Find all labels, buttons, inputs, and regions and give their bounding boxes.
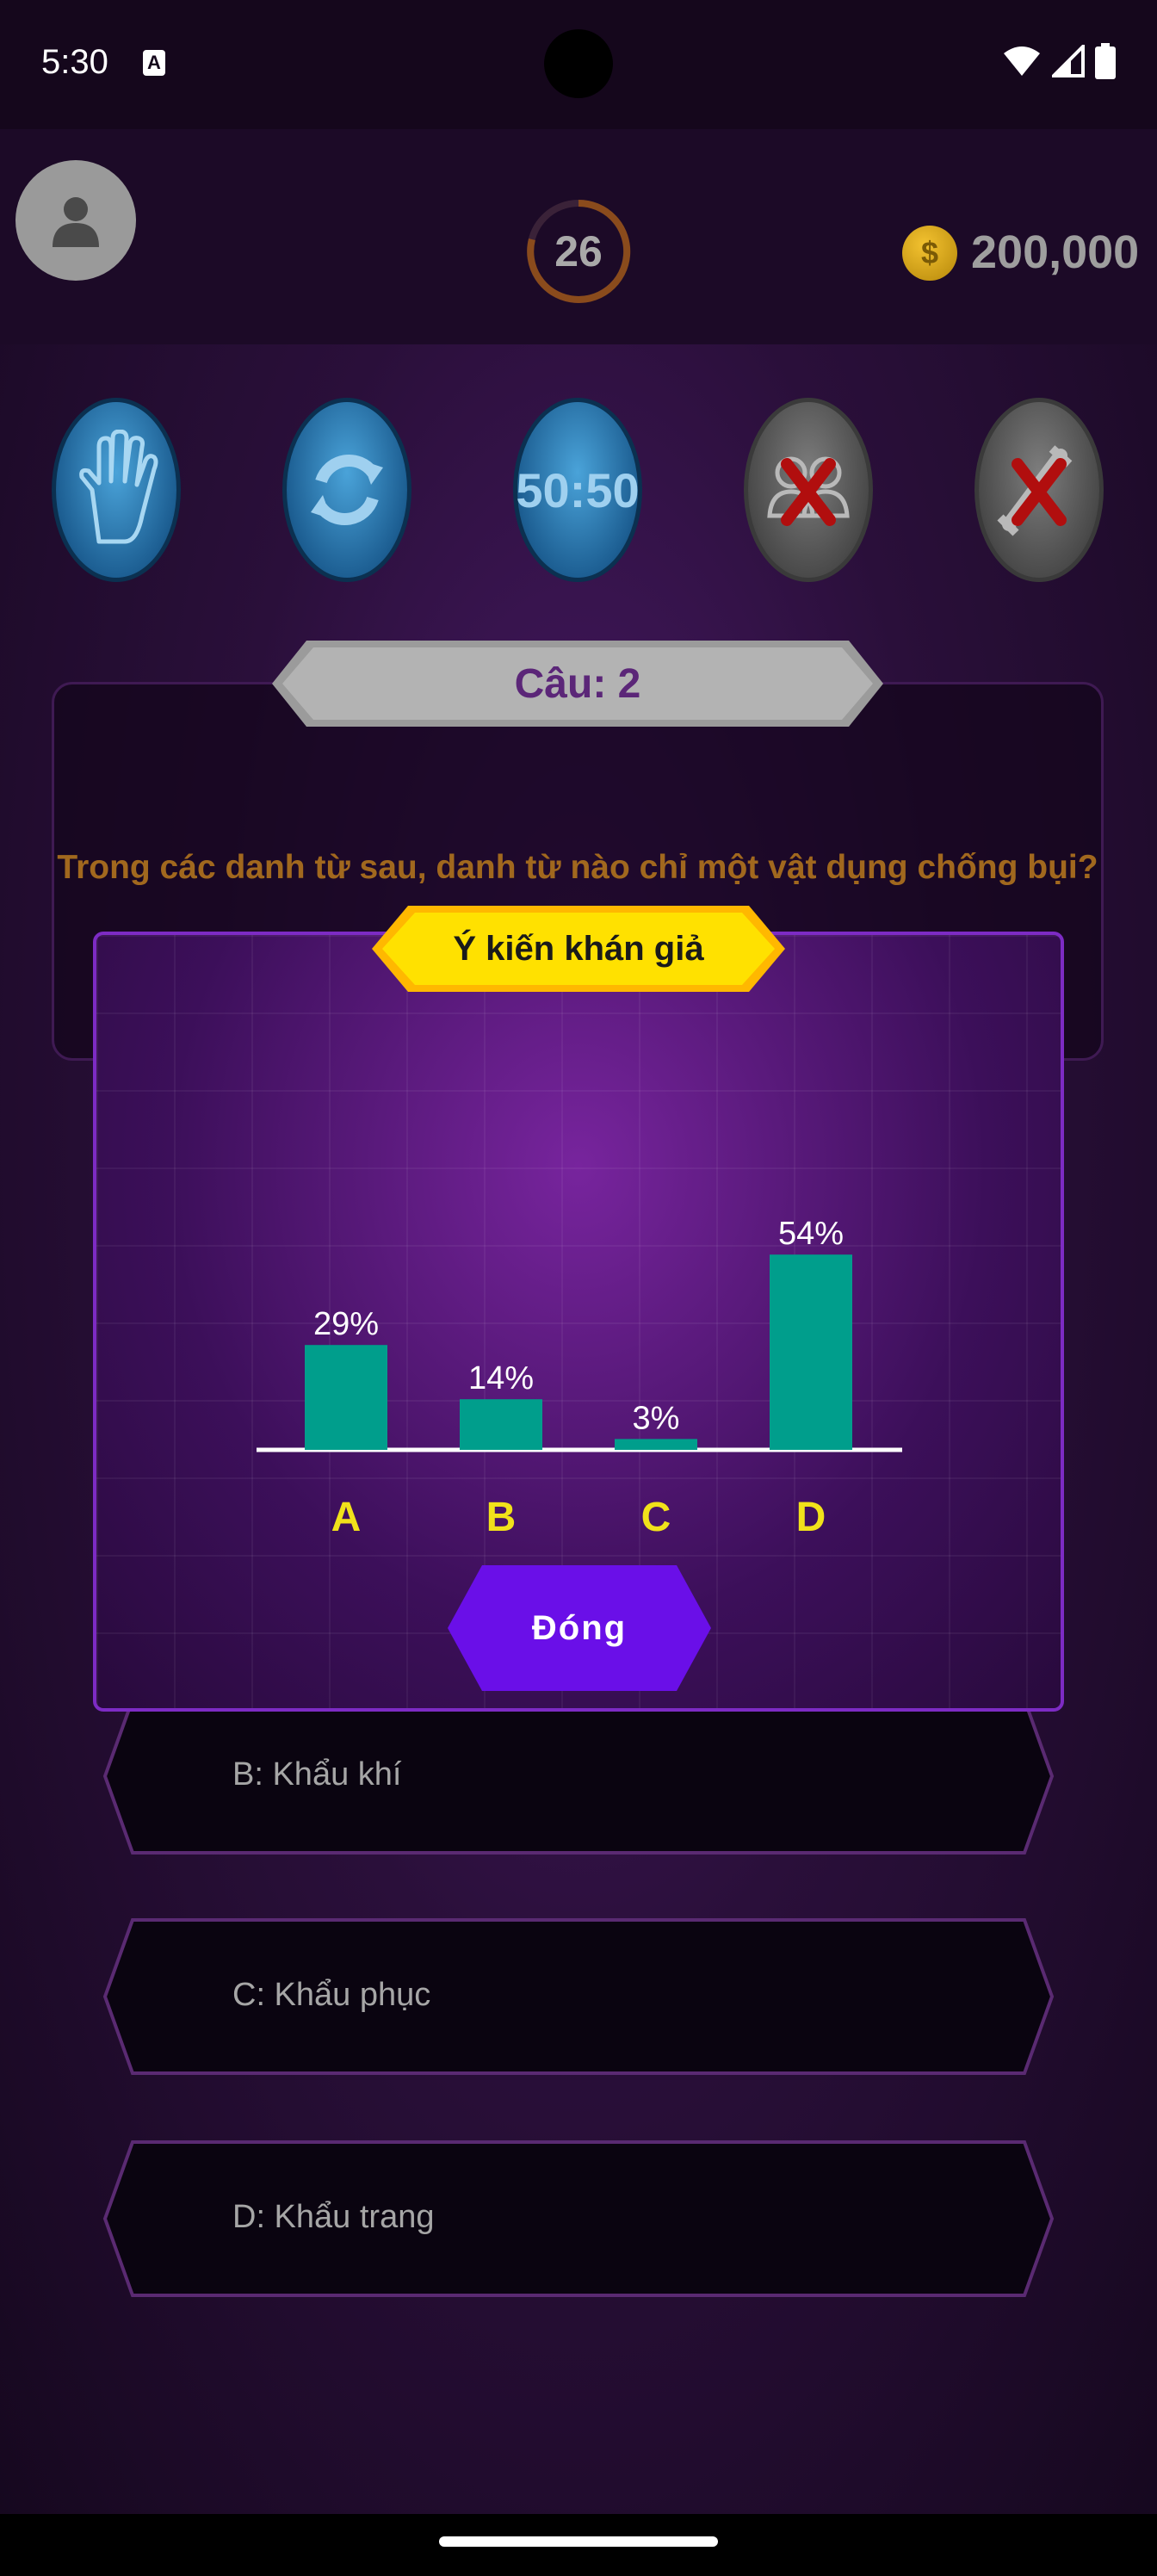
- question-number: Câu: 2: [514, 660, 641, 707]
- poll-value-b: 14%: [468, 1360, 534, 1396]
- audience-icon: [767, 456, 850, 526]
- answer-d-label: D: Khẩu trang: [232, 2199, 435, 2235]
- hand-icon: [79, 430, 158, 544]
- poll-value-a: 29%: [313, 1306, 379, 1342]
- poll-value-c: 3%: [633, 1400, 680, 1436]
- user-icon: [53, 197, 99, 247]
- fifty-fifty-label: 50:50: [516, 462, 640, 517]
- countdown-value: 26: [554, 227, 603, 276]
- lifeline-swap-button[interactable]: [282, 398, 411, 582]
- lifeline-fifty-fifty-button[interactable]: 50:50: [513, 398, 642, 582]
- poll-category-b: B: [486, 1495, 517, 1540]
- poll-bar-a: [305, 1345, 387, 1450]
- poll-category-a: A: [331, 1495, 362, 1540]
- status-bar: 5:30 A: [0, 0, 1157, 129]
- poll-category-c: C: [641, 1495, 671, 1540]
- refresh-icon: [311, 455, 383, 525]
- close-button[interactable]: Đóng: [448, 1565, 711, 1691]
- poll-bar-b: [460, 1399, 542, 1450]
- poll-bar-d: [770, 1254, 852, 1450]
- poll-bar-c: [615, 1439, 697, 1450]
- battery-icon: [1095, 43, 1116, 79]
- answer-c-label: C: Khẩu phục: [232, 1977, 431, 2013]
- phone-icon: [997, 445, 1073, 536]
- coin-icon: $: [902, 226, 957, 281]
- status-time: 5:30: [41, 43, 108, 81]
- notification-icon: A: [143, 50, 165, 76]
- player-avatar[interactable]: [15, 160, 136, 281]
- lifeline-audience-button: [744, 398, 873, 582]
- signal-icon: [1052, 45, 1085, 77]
- poll-category-d: D: [796, 1495, 826, 1540]
- home-gesture-handle[interactable]: [439, 2536, 718, 2547]
- wifi-icon: [1004, 46, 1040, 76]
- lifeline-stop-button[interactable]: [52, 398, 181, 582]
- lifeline-phone-button: [974, 398, 1104, 582]
- camera-cutout: [544, 29, 613, 98]
- status-icons: [1002, 43, 1116, 79]
- answer-b-label: B: Khẩu khí: [232, 1756, 402, 1793]
- score-value: 200,000: [971, 226, 1140, 278]
- poll-value-d: 54%: [778, 1216, 844, 1252]
- question-text: Trong các danh từ sau, danh từ nào chỉ m…: [57, 849, 1098, 886]
